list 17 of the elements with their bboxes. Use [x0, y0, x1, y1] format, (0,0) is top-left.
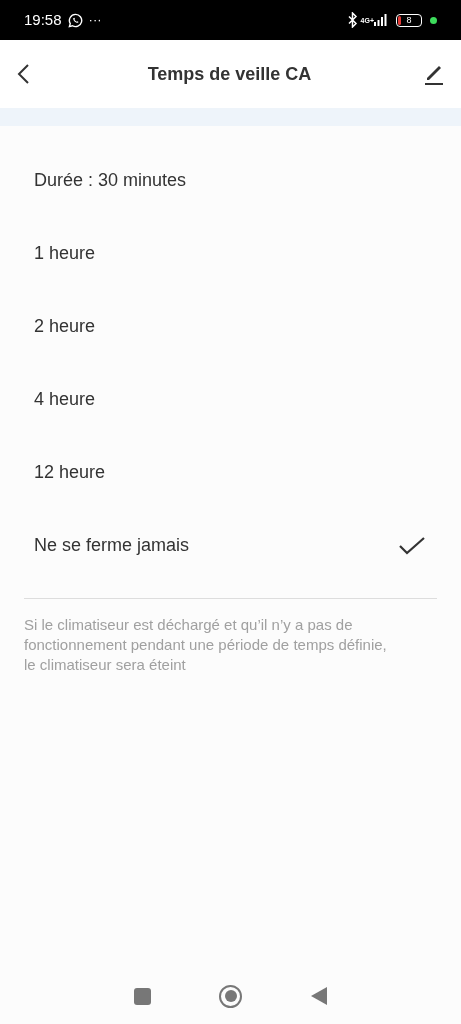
option-item[interactable]: Durée : 30 minutes — [34, 167, 187, 194]
clock-time: 19:58 — [24, 9, 62, 30]
notification-more: ··· — [88, 11, 102, 30]
option-item[interactable]: 2 heure — [34, 313, 96, 340]
signal-icon — [374, 14, 388, 26]
option-item[interactable]: 4 heure — [34, 386, 96, 413]
home-button[interactable] — [219, 984, 243, 1008]
option-item[interactable]: 12 heure — [34, 459, 106, 486]
info-note: Si le climatiseur est déchargé et qu’il n’y a pas de fonctionnement pendant une période de temps définie, le climatiseur sera éteint — [24, 615, 388, 675]
page-title: Temps de veille CA — [147, 62, 312, 86]
bluetooth-icon — [347, 12, 358, 28]
option-item[interactable]: Ne se ferme jamais — [34, 532, 190, 559]
battery-icon: 8 — [396, 13, 422, 27]
chat-icon — [67, 12, 83, 28]
recents-button[interactable] — [134, 987, 152, 1005]
option-item[interactable]: 1 heure — [34, 240, 96, 267]
back-nav-button[interactable] — [310, 987, 327, 1005]
